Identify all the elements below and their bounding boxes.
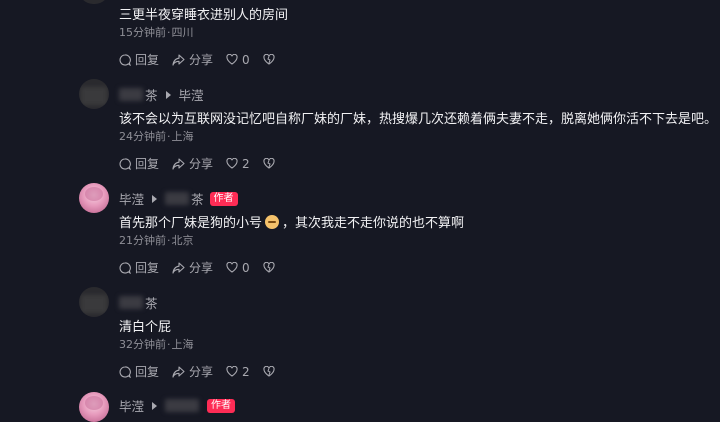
reply-arrow-icon xyxy=(152,194,158,203)
like-count: 0 xyxy=(242,52,250,67)
comment-meta: 24分钟前·上海 xyxy=(119,130,194,143)
dislike-button[interactable] xyxy=(263,54,279,65)
share-icon xyxy=(172,157,185,170)
share-icon xyxy=(172,261,185,274)
comment-author-line: 毕滢 茶 作者 xyxy=(119,189,238,208)
avatar[interactable] xyxy=(79,79,109,109)
share-icon xyxy=(172,53,185,66)
avatar[interactable] xyxy=(79,183,109,213)
avatar[interactable] xyxy=(79,0,109,4)
share-button[interactable]: 分享 xyxy=(172,51,213,68)
author-badge: 作者 xyxy=(209,191,238,206)
author-name[interactable]: 茶 xyxy=(145,85,158,104)
comment-text: 三更半夜穿睡衣进别人的房间 xyxy=(119,8,289,23)
author-name[interactable]: 茶 xyxy=(145,293,158,312)
comment-actions: 回复 分享 2 xyxy=(119,155,292,172)
like-count: 0 xyxy=(242,260,250,275)
comment-location: 北京 xyxy=(171,234,194,247)
heart-icon xyxy=(226,54,238,65)
reply-button[interactable]: 回复 xyxy=(119,363,159,380)
reply-button[interactable]: 回复 xyxy=(119,259,159,276)
heart-icon xyxy=(226,366,238,377)
broken-heart-icon xyxy=(263,158,275,169)
comment-author-line: 毕滢 作者 xyxy=(119,396,236,415)
like-button[interactable]: 0 xyxy=(226,53,250,67)
reply-icon xyxy=(119,53,131,66)
reply-arrow-icon xyxy=(165,90,171,99)
comment-time: 24分钟前 xyxy=(119,130,166,143)
broken-heart-icon xyxy=(263,54,275,65)
like-button[interactable]: 2 xyxy=(226,157,250,171)
comment-author-line: 茶 毕滢 xyxy=(119,85,204,104)
avatar[interactable] xyxy=(79,392,109,422)
like-button[interactable]: 0 xyxy=(226,261,250,275)
blurred-username xyxy=(165,399,200,412)
blurred-username xyxy=(119,296,143,309)
avatar[interactable] xyxy=(79,287,109,317)
comment-text: 该不会以为互联网没记忆吧自称厂妹的厂妹，热搜爆几次还赖着俩夫妻不走，脱离她俩你活… xyxy=(119,112,718,127)
reply-arrow-icon xyxy=(152,401,158,410)
comment-author-line: 茶 xyxy=(119,293,158,312)
share-icon xyxy=(172,365,185,378)
comment-text: 清白个屁 xyxy=(119,320,172,335)
reply-icon xyxy=(119,261,131,274)
comment-location: 四川 xyxy=(171,26,194,39)
reply-icon xyxy=(119,157,131,170)
comment-meta: 21分钟前·北京 xyxy=(119,234,194,247)
author-name[interactable]: 毕滢 xyxy=(119,396,144,415)
blurred-username xyxy=(165,192,190,205)
comment-meta: 32分钟前·上海 xyxy=(119,338,194,351)
reply-icon xyxy=(119,365,131,378)
comment-time: 32分钟前 xyxy=(119,338,166,351)
share-button[interactable]: 分享 xyxy=(172,363,213,380)
dislike-button[interactable] xyxy=(263,262,279,273)
dislike-button[interactable] xyxy=(263,366,279,377)
comment-location: 上海 xyxy=(171,338,194,351)
comment-location: 上海 xyxy=(171,130,194,143)
like-count: 2 xyxy=(242,156,250,171)
comment-time: 21分钟前 xyxy=(119,234,166,247)
reply-to-name[interactable]: 茶 xyxy=(191,189,204,208)
share-button[interactable]: 分享 xyxy=(172,259,213,276)
reply-button[interactable]: 回复 xyxy=(119,51,159,68)
comment-text: 首先那个厂妹是狗的小号 ，其次我走不走你说的也不算啊 xyxy=(119,215,465,231)
reply-button[interactable]: 回复 xyxy=(119,155,159,172)
comment-actions: 回复 分享 0 xyxy=(119,51,292,68)
broken-heart-icon xyxy=(263,366,275,377)
blurred-username xyxy=(119,88,143,101)
comment-actions: 回复 分享 2 xyxy=(119,363,292,380)
share-button[interactable]: 分享 xyxy=(172,155,213,172)
comment-actions: 回复 分享 0 xyxy=(119,259,292,276)
emoji-icon xyxy=(265,215,280,229)
author-name[interactable]: 毕滢 xyxy=(119,189,144,208)
comment-meta: 15分钟前·四川 xyxy=(119,26,194,39)
heart-icon xyxy=(226,158,238,169)
comment-time: 15分钟前 xyxy=(119,26,166,39)
author-badge: 作者 xyxy=(207,398,236,413)
reply-to-name[interactable]: 毕滢 xyxy=(179,85,204,104)
like-button[interactable]: 2 xyxy=(226,365,250,379)
dislike-button[interactable] xyxy=(263,158,279,169)
heart-icon xyxy=(226,262,238,273)
broken-heart-icon xyxy=(263,262,275,273)
like-count: 2 xyxy=(242,364,250,379)
